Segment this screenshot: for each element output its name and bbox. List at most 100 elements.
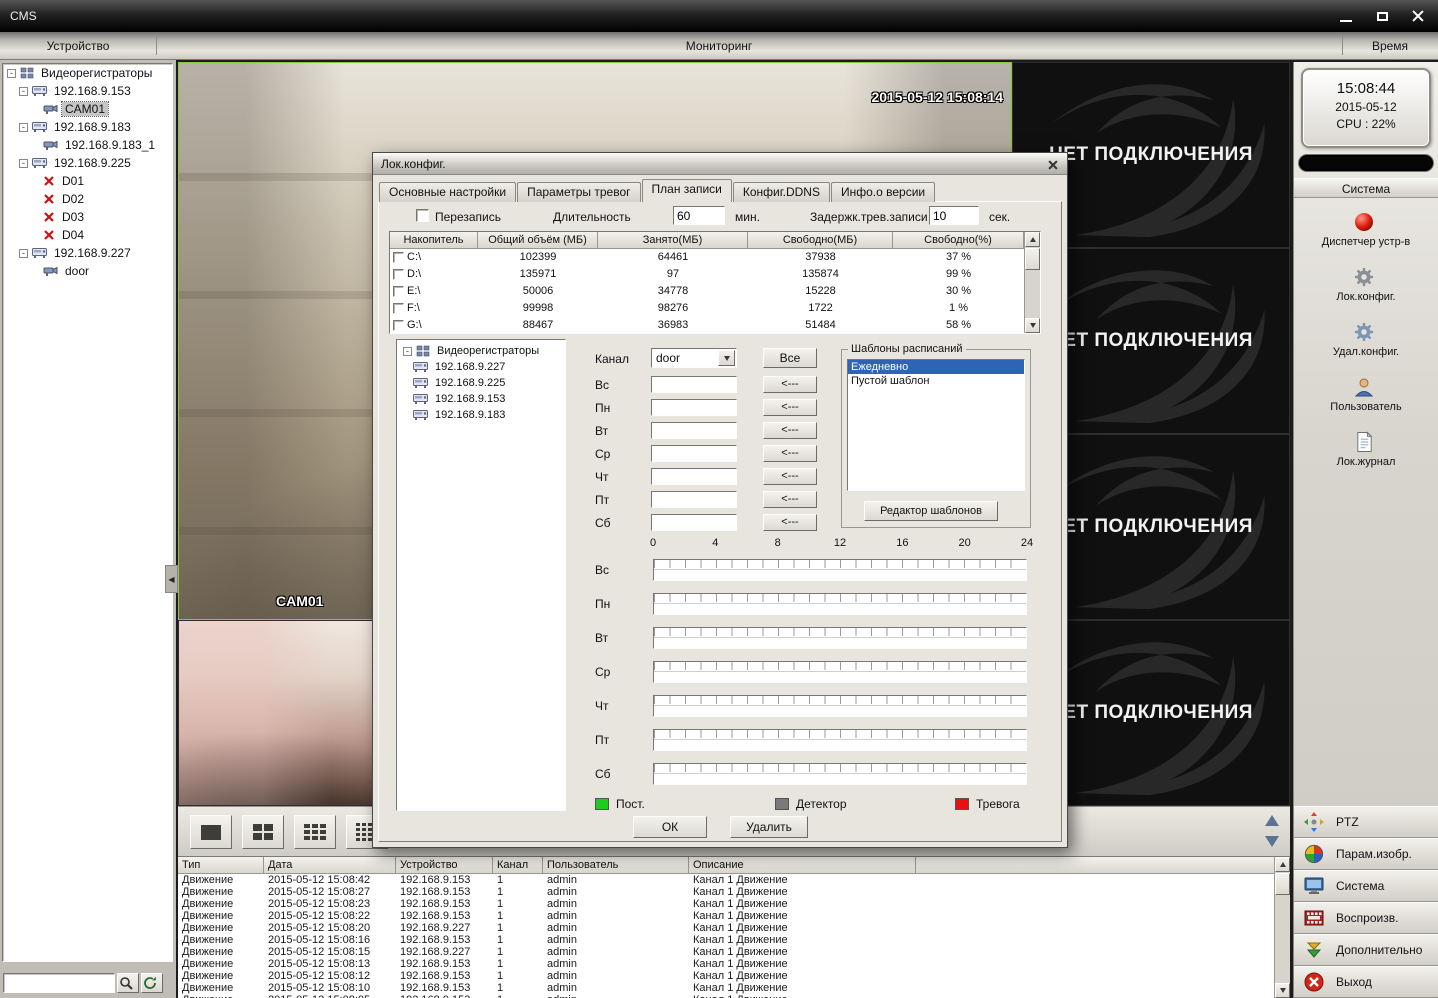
tree-root-item[interactable]: -Видеорегистраторы: [3, 64, 172, 82]
action-button[interactable]: PTZ: [1294, 806, 1438, 838]
tree-device-item[interactable]: 192.168.9.227: [399, 359, 563, 375]
layout-1-button[interactable]: [190, 815, 232, 849]
timeline-bar[interactable]: [653, 661, 1027, 683]
copy-template-button[interactable]: <---: [763, 376, 817, 393]
refresh-button[interactable]: [141, 973, 163, 993]
expand-icon[interactable]: -: [7, 69, 16, 78]
log-row[interactable]: Движение2015-05-12 15:08:22192.168.9.153…: [178, 910, 1274, 922]
scroll-up-button[interactable]: [1025, 232, 1040, 247]
disk-column-header[interactable]: Общий объём (МБ): [478, 232, 598, 249]
delete-button[interactable]: Удалить: [730, 816, 808, 838]
disk-row[interactable]: F:\999989827617221 %: [390, 300, 1040, 317]
timeline-bar[interactable]: [653, 729, 1027, 751]
tree-device-item[interactable]: 192.168.9.183: [399, 407, 563, 423]
tree-channel-item[interactable]: D03: [3, 208, 172, 226]
expand-icon[interactable]: -: [19, 123, 28, 132]
timeline-bar[interactable]: [653, 593, 1027, 615]
dialog-close-button[interactable]: [1045, 157, 1060, 172]
tree-device-item[interactable]: -192.168.9.183: [3, 118, 172, 136]
expand-icon[interactable]: -: [19, 87, 28, 96]
copy-template-button[interactable]: <---: [763, 422, 817, 439]
action-button[interactable]: Система: [1294, 870, 1438, 902]
system-button[interactable]: Пользователь: [1294, 367, 1438, 422]
log-row[interactable]: Движение2015-05-12 15:08:42192.168.9.153…: [178, 874, 1274, 886]
dialog-tab-5[interactable]: Инфо.о версии: [831, 182, 935, 202]
log-row[interactable]: Движение2015-05-12 15:08:10192.168.9.153…: [178, 982, 1274, 994]
disk-checkbox[interactable]: [393, 320, 404, 331]
system-button[interactable]: Лок.журнал: [1294, 422, 1438, 477]
search-input[interactable]: [3, 973, 115, 993]
disk-scrollbar[interactable]: [1024, 232, 1040, 333]
disk-checkbox[interactable]: [393, 269, 404, 280]
sidebar-collapse-handle[interactable]: ◀: [165, 565, 178, 593]
expand-icon[interactable]: -: [19, 159, 28, 168]
tree-channel-item[interactable]: D04: [3, 226, 172, 244]
template-item[interactable]: Ежедневно: [848, 360, 1024, 374]
action-button[interactable]: Парам.изобр.: [1294, 838, 1438, 870]
log-column-header[interactable]: Описание: [689, 857, 916, 874]
tree-channel-item[interactable]: 192.168.9.183_1: [3, 136, 172, 154]
disk-checkbox[interactable]: [393, 252, 404, 263]
schedule-input-Пн[interactable]: [651, 399, 737, 416]
disk-row[interactable]: G:\88467369835148458 %: [390, 317, 1040, 334]
disk-row[interactable]: D:\1359719713587499 %: [390, 266, 1040, 283]
copy-template-button[interactable]: <---: [763, 468, 817, 485]
search-button[interactable]: [117, 973, 139, 993]
ok-button[interactable]: ОК: [633, 816, 707, 838]
tree-root-item[interactable]: -Видеорегистраторы: [399, 343, 563, 359]
duration-input[interactable]: [673, 206, 725, 225]
disk-checkbox[interactable]: [393, 286, 404, 297]
log-row[interactable]: Движение2015-05-12 15:08:13192.168.9.153…: [178, 958, 1274, 970]
timeline-bar[interactable]: [653, 763, 1027, 785]
action-button[interactable]: Выход: [1294, 966, 1438, 998]
log-row[interactable]: Движение2015-05-12 15:08:12192.168.9.153…: [178, 970, 1274, 982]
log-column-header[interactable]: Устройство: [396, 857, 493, 874]
disk-row[interactable]: C:\102399644613793837 %: [390, 249, 1040, 266]
copy-template-button[interactable]: <---: [763, 514, 817, 531]
schedule-input-Пт[interactable]: [651, 491, 737, 508]
menu-time[interactable]: Время: [1342, 32, 1438, 60]
scroll-down-button[interactable]: [1025, 318, 1040, 333]
system-button[interactable]: Лок.конфиг.: [1294, 257, 1438, 312]
all-channels-button[interactable]: Все: [763, 348, 817, 368]
template-editor-button[interactable]: Редактор шаблонов: [864, 501, 998, 521]
system-button[interactable]: Удал.конфиг.: [1294, 312, 1438, 367]
copy-template-button[interactable]: <---: [763, 445, 817, 462]
action-button[interactable]: Воспроизв.: [1294, 902, 1438, 934]
log-row[interactable]: Движение2015-05-12 15:08:23192.168.9.153…: [178, 898, 1274, 910]
log-column-header[interactable]: Тип: [178, 857, 264, 874]
channel-select[interactable]: door: [651, 348, 737, 368]
schedule-input-Сб[interactable]: [651, 514, 737, 531]
log-column-header[interactable]: Дата: [264, 857, 396, 874]
log-row[interactable]: Движение2015-05-12 15:08:05192.168.9.153…: [178, 994, 1274, 998]
expand-icon[interactable]: -: [19, 249, 28, 258]
layout-4-button[interactable]: [242, 815, 284, 849]
tree-channel-item[interactable]: door: [3, 262, 172, 280]
minimize-button[interactable]: [1334, 6, 1358, 26]
log-column-header[interactable]: Пользователь: [543, 857, 689, 874]
timeline-bar[interactable]: [653, 695, 1027, 717]
log-row[interactable]: Движение2015-05-12 15:08:20192.168.9.227…: [178, 922, 1274, 934]
scroll-thumb[interactable]: [1025, 248, 1040, 270]
close-button[interactable]: [1406, 6, 1430, 26]
timeline-bar[interactable]: [653, 559, 1027, 581]
tree-channel-item[interactable]: D02: [3, 190, 172, 208]
schedule-input-Ср[interactable]: [651, 445, 737, 462]
dialog-tab-2[interactable]: Параметры тревог: [517, 182, 640, 202]
tree-device-item[interactable]: -192.168.9.227: [3, 244, 172, 262]
tree-device-item[interactable]: 192.168.9.153: [399, 391, 563, 407]
log-column-header[interactable]: Канал: [493, 857, 543, 874]
schedule-input-Чт[interactable]: [651, 468, 737, 485]
schedule-input-Вт[interactable]: [651, 422, 737, 439]
template-item[interactable]: Пустой шаблон: [848, 374, 1024, 388]
scroll-down-button[interactable]: [1275, 983, 1290, 998]
dropdown-button[interactable]: [718, 350, 735, 366]
log-row[interactable]: Движение2015-05-12 15:08:15192.168.9.227…: [178, 946, 1274, 958]
tree-device-item[interactable]: -192.168.9.225: [3, 154, 172, 172]
scroll-up-button[interactable]: [1275, 857, 1290, 872]
dialog-tab-4[interactable]: Конфиг.DDNS: [733, 182, 830, 202]
tree-device-item[interactable]: 192.168.9.225: [399, 375, 563, 391]
layout-9-button[interactable]: [294, 815, 336, 849]
system-button[interactable]: Диспетчер устр-в: [1294, 202, 1438, 257]
disk-checkbox[interactable]: [393, 303, 404, 314]
